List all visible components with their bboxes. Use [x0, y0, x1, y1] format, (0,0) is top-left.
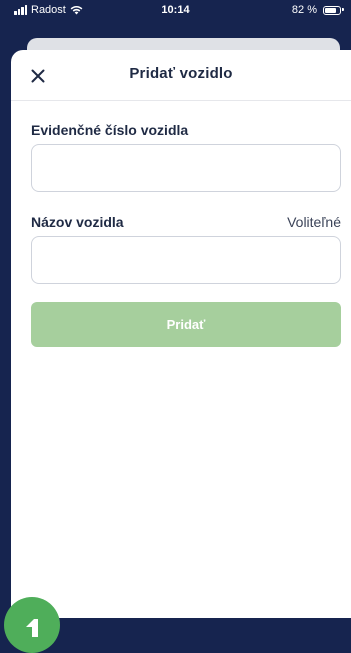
battery-level: [325, 7, 336, 13]
sheet-title: Pridať vozidlo: [129, 65, 233, 82]
status-bar: Radost 10:14 82 %: [0, 0, 351, 22]
battery-icon: [323, 5, 344, 15]
sheet-header: Pridať vozidlo: [11, 50, 351, 101]
brand-icon: [26, 619, 38, 637]
add-vehicle-sheet: Pridať vozidlo Evidenčné číslo vozidla N…: [11, 50, 351, 618]
status-right: 82 %: [291, 4, 344, 16]
plate-label: Evidenčné číslo vozidla: [31, 122, 189, 138]
floating-action-button[interactable]: [4, 597, 60, 653]
plate-input[interactable]: [31, 144, 341, 192]
name-label-row: Názov vozidla Voliteľné: [31, 214, 341, 230]
name-input[interactable]: [31, 236, 341, 284]
battery-percent: 82 %: [291, 4, 317, 16]
optional-label: Voliteľné: [287, 214, 341, 230]
add-button[interactable]: Pridať: [31, 302, 341, 347]
name-label: Názov vozidla: [31, 214, 124, 230]
